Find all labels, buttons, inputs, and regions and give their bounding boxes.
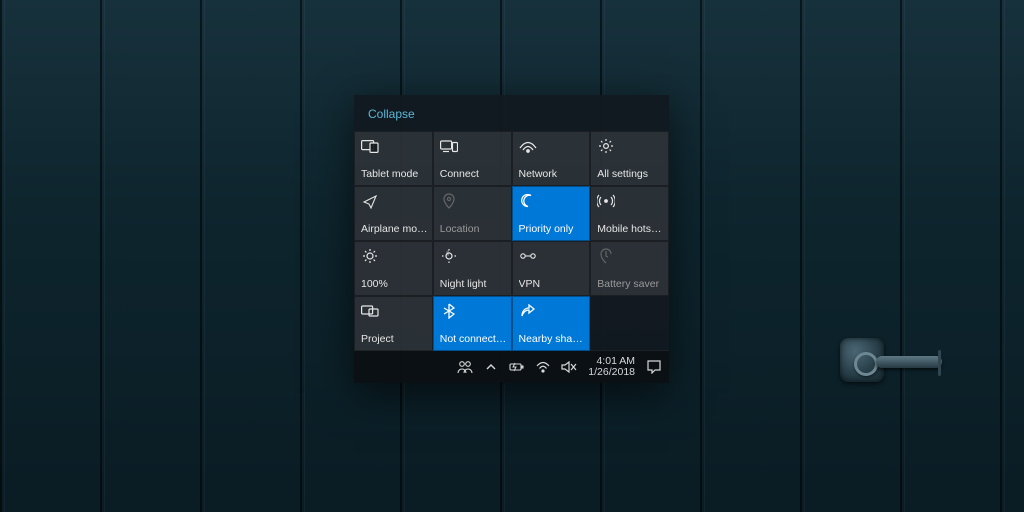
tile-label: Mobile hotspot bbox=[597, 223, 664, 235]
tile-empty bbox=[590, 296, 669, 351]
clock-date: 1/26/2018 bbox=[588, 367, 635, 378]
tile-label: Network bbox=[519, 168, 586, 180]
wifi-icon[interactable] bbox=[533, 357, 553, 377]
tile-vpn[interactable]: VPN bbox=[512, 241, 591, 296]
power-icon[interactable] bbox=[507, 357, 527, 377]
tray-chevron-icon[interactable] bbox=[481, 357, 501, 377]
tile-label: Not connected bbox=[440, 333, 507, 345]
nightlight-icon bbox=[440, 247, 458, 265]
tablet-icon bbox=[361, 137, 379, 155]
project-icon bbox=[361, 302, 379, 320]
hotspot-icon bbox=[597, 192, 615, 210]
tile-bluetooth[interactable]: Not connected bbox=[433, 296, 512, 351]
tile-label: Night light bbox=[440, 278, 507, 290]
tile-brightness[interactable]: 100% bbox=[354, 241, 433, 296]
airplane-icon bbox=[361, 192, 379, 210]
action-center-icon[interactable] bbox=[645, 358, 663, 376]
action-center-panel: Collapse Tablet mode Connect bbox=[354, 95, 669, 383]
tile-label: Priority only bbox=[519, 223, 586, 235]
system-clock[interactable]: 4:01 AM 1/26/2018 bbox=[588, 356, 635, 378]
settings-icon bbox=[597, 137, 615, 155]
share-icon bbox=[519, 302, 537, 320]
brightness-icon bbox=[361, 247, 379, 265]
tile-label: Battery saver bbox=[597, 278, 664, 290]
location-icon bbox=[440, 192, 458, 210]
quick-actions-grid: Tablet mode Connect Network bbox=[354, 131, 669, 351]
vpn-icon bbox=[519, 247, 537, 265]
volume-muted-icon[interactable] bbox=[559, 357, 579, 377]
tile-all-settings[interactable]: All settings bbox=[590, 131, 669, 186]
tile-label: Connect bbox=[440, 168, 507, 180]
moon-icon bbox=[519, 192, 537, 210]
tile-label: Tablet mode bbox=[361, 168, 428, 180]
tile-mobile-hotspot[interactable]: Mobile hotspot bbox=[590, 186, 669, 241]
tile-label: Nearby sharing bbox=[519, 333, 586, 345]
tile-network[interactable]: Network bbox=[512, 131, 591, 186]
tile-label: All settings bbox=[597, 168, 664, 180]
network-icon bbox=[519, 137, 537, 155]
tile-label: Project bbox=[361, 333, 428, 345]
tile-label: VPN bbox=[519, 278, 586, 290]
tile-tablet-mode[interactable]: Tablet mode bbox=[354, 131, 433, 186]
tile-project[interactable]: Project bbox=[354, 296, 433, 351]
tile-label: 100% bbox=[361, 278, 428, 290]
tile-nearby-sharing[interactable]: Nearby sharing bbox=[512, 296, 591, 351]
tile-label: Location bbox=[440, 223, 507, 235]
tile-airplane-mode[interactable]: Airplane mode bbox=[354, 186, 433, 241]
tile-label: Airplane mode bbox=[361, 223, 428, 235]
tile-battery-saver[interactable]: Battery saver bbox=[590, 241, 669, 296]
taskbar: 4:01 AM 1/26/2018 bbox=[354, 351, 669, 383]
battery-icon bbox=[597, 247, 615, 265]
tile-connect[interactable]: Connect bbox=[433, 131, 512, 186]
wallpaper-hinge-decor bbox=[826, 320, 946, 400]
tile-location[interactable]: Location bbox=[433, 186, 512, 241]
collapse-link[interactable]: Collapse bbox=[354, 95, 669, 131]
tile-night-light[interactable]: Night light bbox=[433, 241, 512, 296]
people-icon[interactable] bbox=[455, 357, 475, 377]
tile-priority-only[interactable]: Priority only bbox=[512, 186, 591, 241]
bluetooth-icon bbox=[440, 302, 458, 320]
connect-icon bbox=[440, 137, 458, 155]
